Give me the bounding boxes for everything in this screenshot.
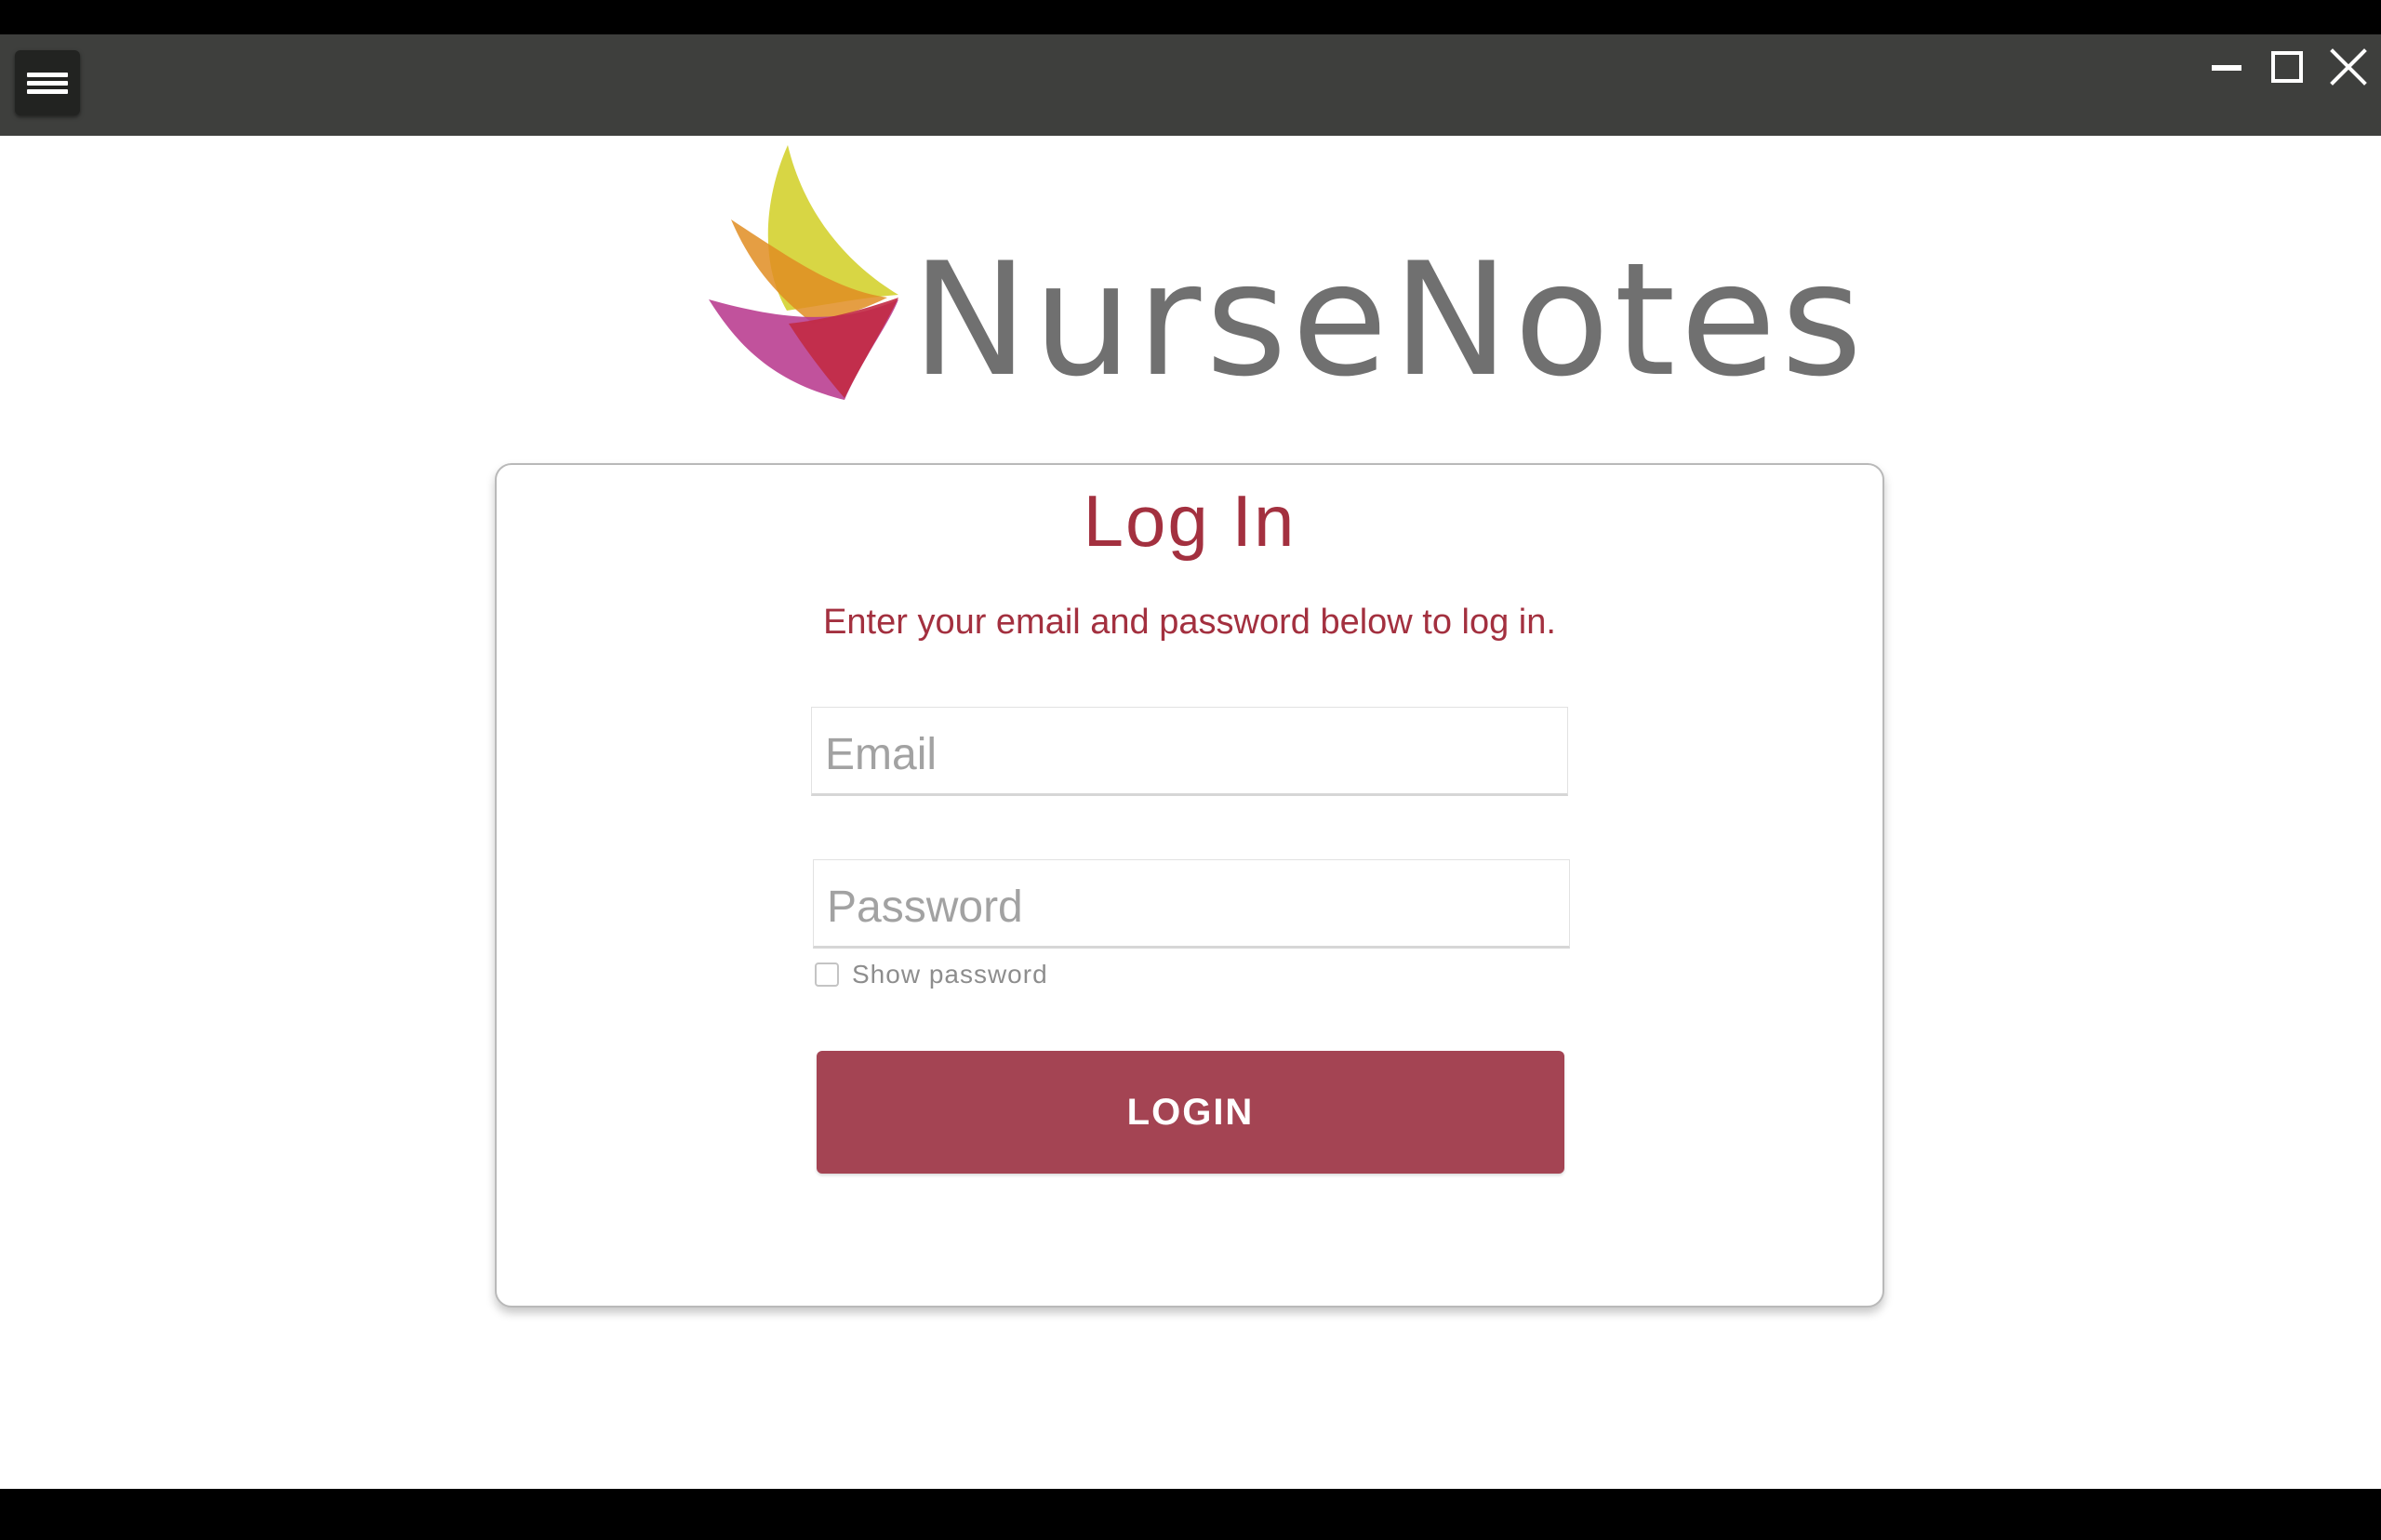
menu-line	[27, 81, 68, 86]
menu-line	[27, 89, 68, 94]
title-bar	[0, 34, 2381, 136]
minimize-button[interactable]	[2201, 42, 2253, 94]
app-window: NurseNotes Log In Enter your email and p…	[0, 0, 2381, 1540]
maximize-button[interactable]	[2261, 42, 2313, 94]
login-card: Log In Enter your email and password bel…	[495, 463, 1884, 1308]
maximize-icon	[2271, 51, 2303, 83]
nursenotes-logo: NurseNotes	[707, 141, 1862, 402]
hamburger-menu-button[interactable]	[15, 50, 80, 115]
show-password-toggle[interactable]: Show password	[815, 958, 1048, 991]
close-button[interactable]	[2322, 42, 2374, 94]
brand-name: NurseNotes	[911, 229, 1868, 411]
email-input[interactable]	[811, 707, 1568, 796]
close-icon	[2330, 48, 2367, 86]
password-input[interactable]	[813, 859, 1570, 949]
main-content: NurseNotes Log In Enter your email and p…	[0, 136, 2381, 1489]
show-password-label: Show password	[852, 960, 1048, 989]
login-button[interactable]: LOGIN	[817, 1051, 1564, 1174]
menu-line	[27, 73, 68, 77]
show-password-checkbox[interactable]	[815, 962, 839, 987]
logo-petals-icon	[709, 145, 898, 400]
login-subtitle: Enter your email and password below to l…	[823, 603, 1556, 642]
login-title: Log In	[1083, 480, 1297, 562]
minimize-icon	[2212, 65, 2241, 71]
